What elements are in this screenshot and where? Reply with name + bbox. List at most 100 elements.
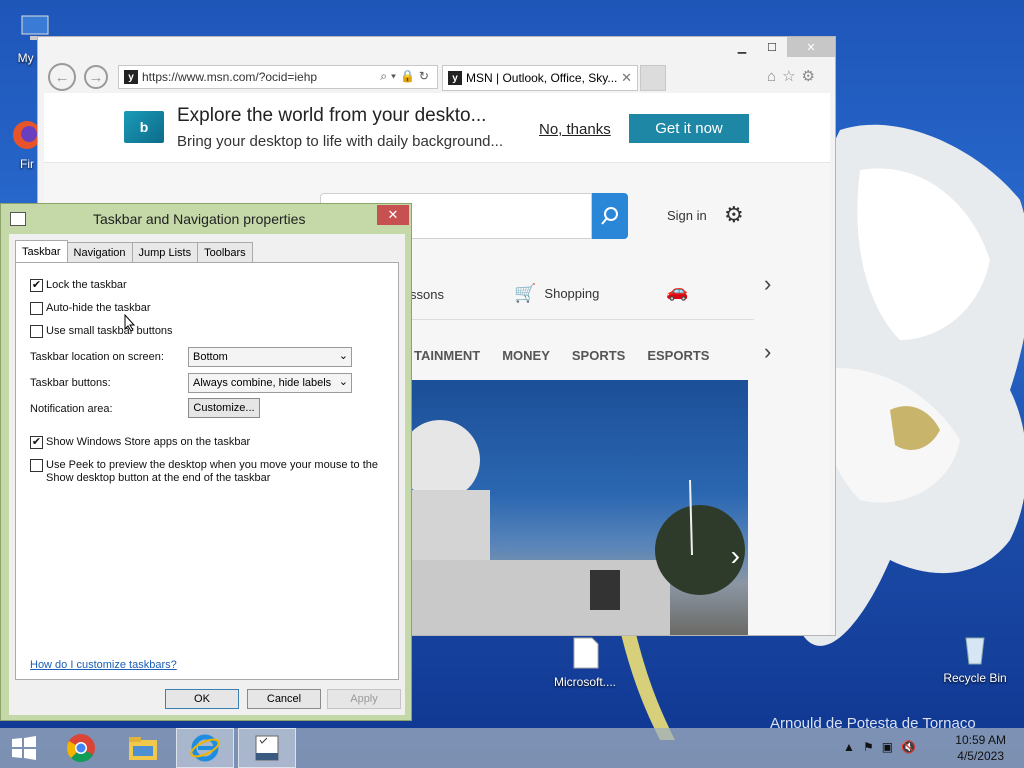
tab-title: MSN | Outlook, Office, Sky... <box>466 71 618 85</box>
sign-in-link[interactable]: Sign in <box>667 208 707 223</box>
divider <box>410 319 754 320</box>
taskbar-properties-icon <box>255 735 279 761</box>
tab-taskbar[interactable]: Taskbar <box>15 240 68 262</box>
system-tray: ▲⚑▣🔇 <box>843 740 924 754</box>
autohide-checkbox[interactable] <box>30 302 43 315</box>
store-apps-checkbox[interactable]: ✔ <box>30 436 43 449</box>
hero-image[interactable]: › <box>410 380 748 635</box>
start-button[interactable] <box>0 728 48 768</box>
lock-taskbar-label: Lock the taskbar <box>46 279 127 291</box>
chevron-down-icon: ⌄ <box>338 376 348 388</box>
get-it-now-button[interactable]: Get it now <box>629 114 749 143</box>
taskbar-file-explorer[interactable] <box>114 728 172 768</box>
home-icon[interactable]: ⌂ <box>767 68 782 85</box>
gear-icon[interactable]: ⚙ <box>802 68 821 85</box>
maximize-button[interactable]: ☐ <box>757 37 787 57</box>
peek-label: Use Peek to preview the desktop when you… <box>46 459 379 484</box>
mouse-cursor-icon <box>124 314 136 332</box>
ie-toolbar-icons: ⌂☆⚙ <box>767 67 821 85</box>
close-button[interactable]: ✕ <box>787 37 835 57</box>
dialog-tabs: Taskbar Navigation Jump Lists Toolbars <box>15 240 253 262</box>
dialog-title: Taskbar and Navigation properties <box>93 211 306 227</box>
chrome-icon <box>67 734 95 763</box>
apply-button[interactable]: Apply <box>327 689 401 709</box>
msn-favicon-icon: y <box>448 71 462 85</box>
small-buttons-label: Use small taskbar buttons <box>46 325 173 337</box>
shopping-cart-icon: 🛒 <box>514 283 537 303</box>
store-apps-label: Show Windows Store apps on the taskbar <box>46 436 251 448</box>
car-icon[interactable]: 🚗 <box>666 281 692 301</box>
desktop-icon-label: Microsoft.... <box>553 675 616 689</box>
desktop-icon-microsoft-file[interactable]: Microsoft.... <box>550 636 620 689</box>
tab-close-icon[interactable]: ✕ <box>621 70 632 86</box>
store-apps-option[interactable]: ✔ Show Windows Store apps on the taskbar <box>30 436 250 449</box>
promo-subtitle: Bring your desktop to life with daily ba… <box>177 133 504 150</box>
location-value: Bottom <box>193 351 228 363</box>
chevron-down-icon: ⌄ <box>338 350 348 362</box>
quicklink-partial[interactable]: ssons <box>410 287 444 302</box>
window-controls: ▁ ☐ ✕ <box>727 37 835 59</box>
action-center-flag-icon[interactable]: ⚑ <box>863 740 882 754</box>
taskbar-internet-explorer[interactable] <box>176 728 234 768</box>
chevron-right-icon[interactable]: › <box>764 339 771 365</box>
peek-checkbox[interactable] <box>30 459 43 472</box>
ie-navbar: ← → y https://www.msn.com/?ocid=iehp ⌕▾🔒… <box>44 61 825 91</box>
show-hidden-icons-icon[interactable]: ▲ <box>843 740 863 754</box>
clock-date: 4/5/2023 <box>957 749 1004 763</box>
msn-favicon-icon: y <box>124 70 138 84</box>
forward-button[interactable]: → <box>84 65 108 89</box>
taskbar-properties-window[interactable] <box>238 728 296 768</box>
back-arrow-icon: ← <box>54 68 70 86</box>
category-esports[interactable]: ESPORTS <box>647 348 709 363</box>
chevron-right-icon[interactable]: › <box>764 271 771 297</box>
ok-button[interactable]: OK <box>165 689 239 709</box>
taskbar-chrome[interactable] <box>52 728 110 768</box>
settings-gear-icon[interactable]: ⚙ <box>724 202 744 228</box>
clock[interactable]: 10:59 AM 4/5/2023 <box>955 732 1006 764</box>
taskbar-tab-panel: ✔ Lock the taskbar Auto-hide the taskbar… <box>15 262 399 680</box>
address-url: https://www.msn.com/?ocid=iehp <box>142 70 318 84</box>
small-buttons-checkbox[interactable] <box>30 325 43 338</box>
dialog-close-button[interactable]: ✕ <box>377 205 409 225</box>
buttons-value: Always combine, hide labels <box>193 377 332 389</box>
back-button[interactable]: ← <box>48 63 76 91</box>
network-icon[interactable]: ▣ <box>882 740 901 754</box>
tab-msn[interactable]: y MSN | Outlook, Office, Sky... ✕ <box>442 65 638 91</box>
tab-jump-lists[interactable]: Jump Lists <box>131 242 199 262</box>
small-buttons-option[interactable]: Use small taskbar buttons <box>30 325 173 338</box>
category-sports[interactable]: SPORTS <box>572 348 625 363</box>
help-link[interactable]: How do I customize taskbars? <box>30 659 177 671</box>
clock-time: 10:59 AM <box>955 733 1006 747</box>
folder-icon <box>129 737 157 760</box>
recycle-bin-icon <box>965 637 985 665</box>
capitol-building-image <box>410 420 745 635</box>
new-tab-button[interactable] <box>640 65 666 91</box>
bing-logo-icon: b <box>124 111 164 143</box>
next-slide-icon[interactable]: › <box>731 540 740 572</box>
cancel-button[interactable]: Cancel <box>247 689 321 709</box>
category-money[interactable]: MONEY <box>502 348 550 363</box>
search-button[interactable] <box>592 193 628 239</box>
buttons-select[interactable]: Always combine, hide labels ⌄ <box>188 373 352 393</box>
quicklink-shopping[interactable]: 🛒 Shopping <box>514 283 599 304</box>
customize-button[interactable]: Customize... <box>188 398 260 418</box>
address-tools[interactable]: ⌕▾🔒↻ <box>380 69 433 84</box>
category-entertainment[interactable]: TAINMENT <box>414 348 480 363</box>
no-thanks-link[interactable]: No, thanks <box>539 121 611 138</box>
file-icon <box>573 637 599 669</box>
lock-taskbar-option[interactable]: ✔ Lock the taskbar <box>30 279 127 292</box>
lock-taskbar-checkbox[interactable]: ✔ <box>30 279 43 292</box>
location-select[interactable]: Bottom ⌄ <box>188 347 352 367</box>
tab-navigation[interactable]: Navigation <box>66 242 133 262</box>
favorites-star-icon[interactable]: ☆ <box>782 68 801 85</box>
address-bar[interactable]: y https://www.msn.com/?ocid=iehp ⌕▾🔒↻ <box>118 65 438 89</box>
dialog-app-icon <box>10 212 26 226</box>
dialog-titlebar[interactable]: Taskbar and Navigation properties ✕ <box>1 204 411 234</box>
notification-label: Notification area: <box>30 403 113 415</box>
peek-option[interactable]: Use Peek to preview the desktop when you… <box>30 459 380 485</box>
minimize-button[interactable]: ▁ <box>727 37 757 57</box>
volume-muted-icon[interactable]: 🔇 <box>901 740 924 754</box>
tab-toolbars[interactable]: Toolbars <box>197 242 253 262</box>
desktop-icon-label: Recycle Bin <box>943 671 1007 685</box>
desktop-icon-recycle-bin[interactable]: Recycle Bin <box>940 632 1010 685</box>
